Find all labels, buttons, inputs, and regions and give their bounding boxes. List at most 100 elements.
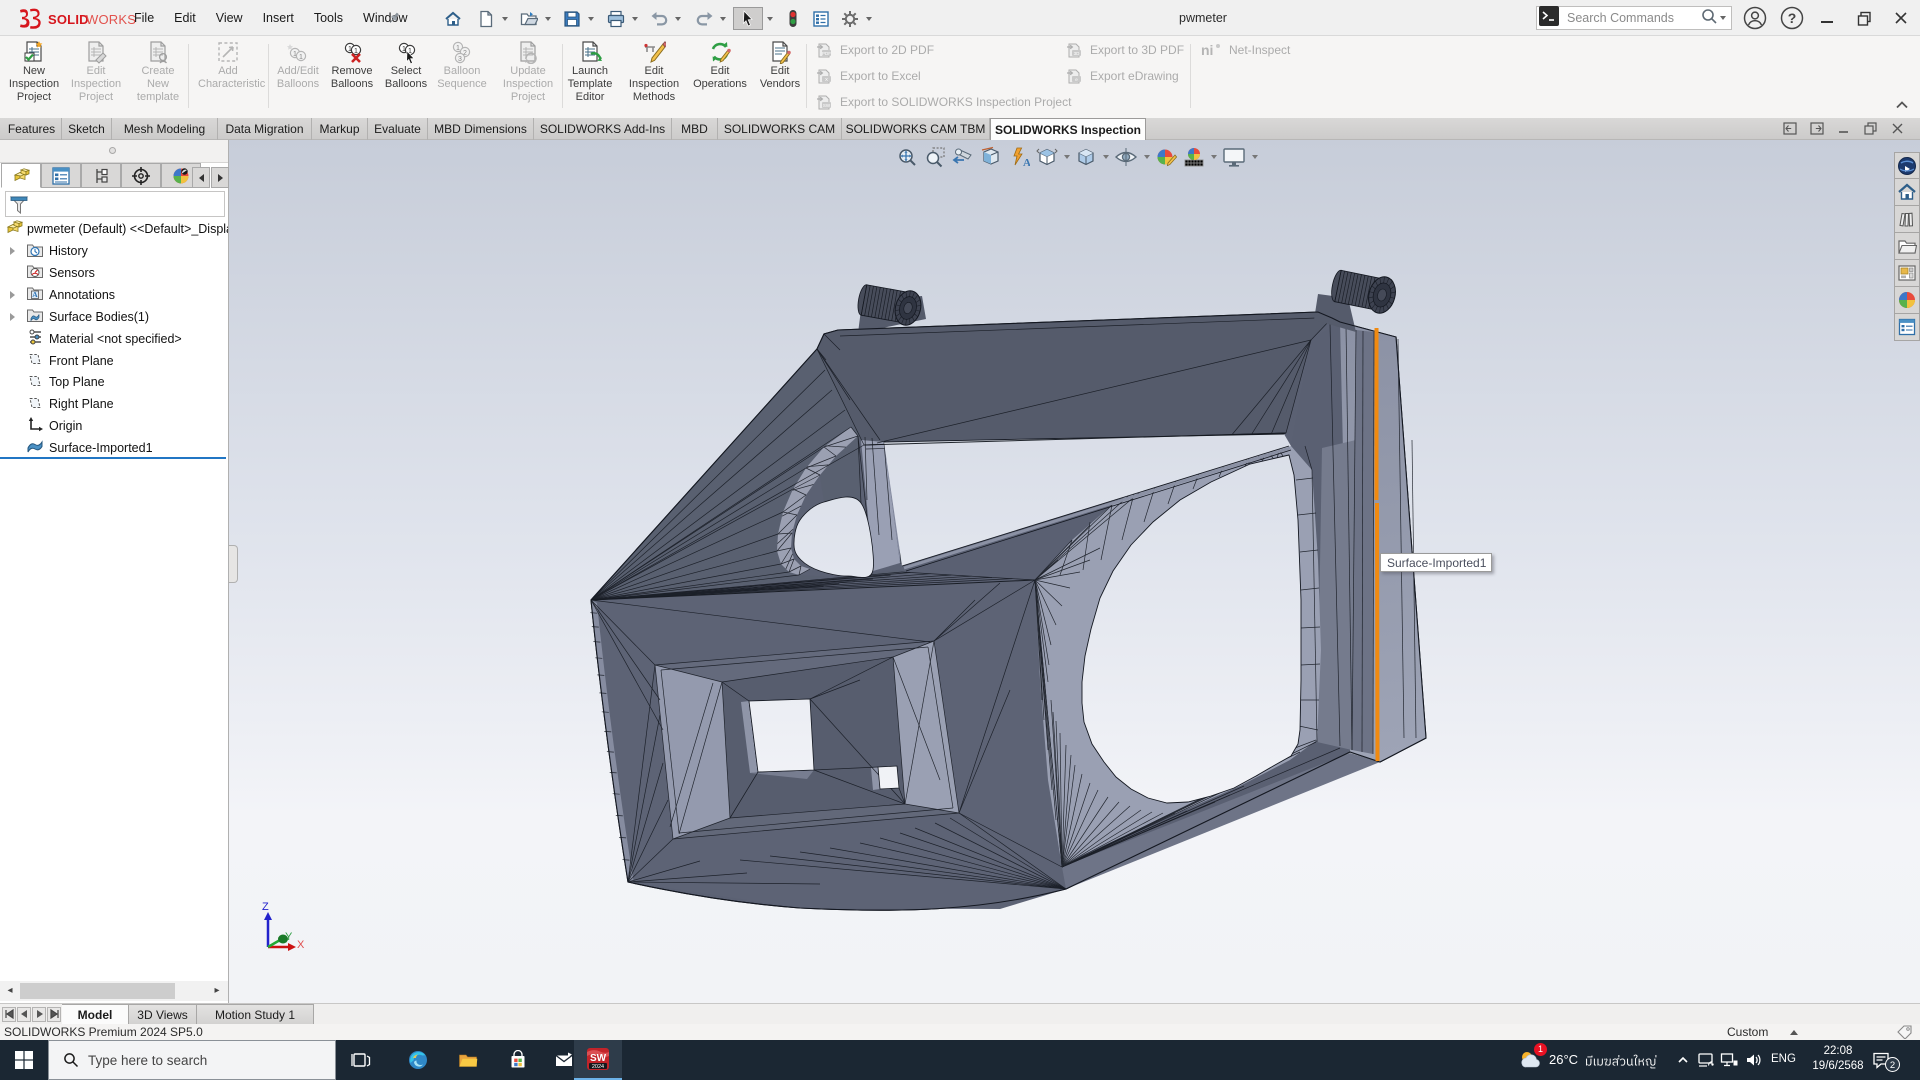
taskbar-solidworks-button[interactable]: SW2024 [574,1040,622,1080]
model-tab-model[interactable]: Model [62,1004,129,1025]
search-go-button[interactable] [1700,7,1718,30]
command-tab-solidworks-cam-tbm[interactable]: SOLIDWORKS CAM TBM [842,118,990,140]
tree-filter-box[interactable] [5,191,225,217]
tray-date[interactable]: 19/6/2568 [1807,1060,1869,1072]
tray-time[interactable]: 22:08 [1807,1045,1869,1057]
task-view-button[interactable] [344,1040,378,1080]
tree-item-annotations[interactable]: AAnnotations [0,284,228,306]
status-units[interactable]: Custom [1727,1025,1768,1039]
menu-file[interactable]: File [124,0,164,36]
view-palette-tab[interactable] [1894,260,1920,287]
balloon-sequence-button[interactable]: 123Balloon Sequence [432,38,492,114]
print-button[interactable] [604,7,628,30]
command-tab-mbd[interactable]: MBD [672,118,718,140]
command-tab-evaluate[interactable]: Evaluate [368,118,428,140]
weather-description[interactable] [1585,1051,1665,1071]
export-to-excel-button[interactable]: XExport to Excel [816,66,921,86]
open-button-dropdown[interactable] [541,7,554,30]
edit-operations-button[interactable]: Edit Operations [690,38,750,114]
start-button[interactable] [0,1040,48,1080]
command-tab-features[interactable]: Features [2,118,62,140]
taskbar-explorer-button[interactable] [448,1040,488,1080]
panel-splitter-dot[interactable] [109,147,116,154]
home-button[interactable] [441,7,465,30]
add-edit-balloons-button[interactable]: 11Add/Edit Balloons [268,38,328,114]
tree-item-front-plane[interactable]: Front Plane [0,350,228,372]
weather-button[interactable]: 1 [1516,1047,1543,1073]
previous-view-button[interactable] [952,146,974,168]
tree-item-material[interactable]: Material <not specified> [0,328,228,350]
edit-inspection-methods-button[interactable]: Edit Inspection Methods [624,38,684,114]
edit-inspection-project-button[interactable]: Edit Inspection Project [66,38,126,114]
tree-item-history[interactable]: History [0,240,228,262]
search-scope-button[interactable] [1539,6,1559,31]
tree-item-origin[interactable]: Origin [0,415,228,437]
doc-minimize-button[interactable] [1836,121,1852,137]
file-explorer-pane-tab[interactable] [1894,233,1920,260]
export-to-3d-pdf-button[interactable]: 3DExport to 3D PDF [1066,40,1184,60]
redo-button[interactable] [692,7,716,30]
settings-button[interactable] [838,7,862,30]
panel-tab-scroll-right[interactable] [211,167,229,188]
scroll-right-arrow[interactable]: ▸ [209,983,225,999]
zoom-to-fit-button[interactable] [896,146,918,168]
property-manager-tab[interactable] [41,163,81,188]
taskbar-search-box[interactable]: Type here to search [48,1040,336,1080]
edit-vendors-button[interactable]: Edit Vendors [750,38,810,114]
print-button-dropdown[interactable] [628,7,641,30]
tree-expand-arrow[interactable] [10,247,15,255]
settings-button-dropdown[interactable] [862,7,875,30]
hide-show-items-dropdown[interactable] [1144,155,1150,159]
select-balloons-button[interactable]: 11Select Balloons [376,38,436,114]
menu-view[interactable]: View [206,0,253,36]
first-tab-button[interactable] [2,1007,16,1022]
panel-h-scrollbar[interactable]: ◂▸ [0,981,228,1001]
task-pane-3dexperience-tab[interactable] [1894,152,1920,179]
select-button-dropdown[interactable] [763,7,776,30]
panel-tab-scroll-left[interactable] [192,167,210,188]
doc-close-button[interactable] [1890,121,1906,137]
new-document-button[interactable] [474,7,498,30]
notification-center-button[interactable]: 2 [1872,1051,1890,1069]
view-orientation-dropdown[interactable] [1064,155,1070,159]
minimize-button[interactable] [1814,6,1840,30]
command-tab-sketch[interactable]: Sketch [62,118,112,140]
tree-expand-arrow[interactable] [10,291,15,299]
view-orientation-button[interactable] [1036,146,1058,168]
apply-scene-button[interactable] [1183,146,1205,168]
command-tab-mbd-dimensions[interactable]: MBD Dimensions [428,118,534,140]
hide-show-items-button[interactable] [1114,146,1138,168]
scroll-left-arrow[interactable]: ◂ [2,983,18,999]
export-edrawing-button[interactable]: eExport eDrawing [1066,66,1179,86]
undo-button-dropdown[interactable] [671,7,684,30]
annotation-visibility-button[interactable]: A [1008,146,1030,168]
restore-button[interactable] [1851,6,1877,30]
prev-tab-button[interactable] [17,1007,31,1022]
doc-pane-right-button[interactable] [1809,121,1825,137]
user-account-button[interactable] [1743,6,1767,30]
section-view-button[interactable] [980,146,1002,168]
search-dropdown[interactable] [1720,16,1726,20]
undo-button[interactable] [647,7,671,30]
command-tab-solidworks-add-ins[interactable]: SOLIDWORKS Add-Ins [534,118,672,140]
ribbon-collapse-button[interactable] [1894,98,1914,114]
pin-icon-button[interactable] [386,10,402,31]
panel-collapse-handle[interactable] [229,545,238,583]
export-to-2d-pdf-button[interactable]: PDFExport to 2D PDF [816,40,934,60]
apply-scene-dropdown[interactable] [1211,155,1217,159]
graphics-viewport[interactable]: ZXYSurface-Imported1A [229,140,1920,1003]
design-library-tab[interactable] [1894,206,1920,233]
launch-template-editor-button[interactable]: Launch Template Editor [560,38,620,114]
last-tab-button[interactable] [47,1007,61,1022]
options-button[interactable] [809,7,833,30]
open-button[interactable] [517,7,541,30]
search-commands-box[interactable]: Search Commands [1536,6,1732,30]
tree-root-row[interactable]: pwmeter (Default) <<Default>_Display [0,218,228,240]
net-inspect-button[interactable]: niNet-Inspect [1200,40,1290,60]
edit-appearance-button[interactable] [1155,146,1177,168]
model-tab-motion-study-1[interactable]: Motion Study 1 [197,1004,314,1025]
help-button[interactable]: ? [1780,6,1804,30]
tree-item-surface-bodies[interactable]: Surface Bodies(1) [0,306,228,328]
command-tab-solidworks-cam[interactable]: SOLIDWORKS CAM [718,118,842,140]
view-settings-dropdown[interactable] [1252,155,1258,159]
